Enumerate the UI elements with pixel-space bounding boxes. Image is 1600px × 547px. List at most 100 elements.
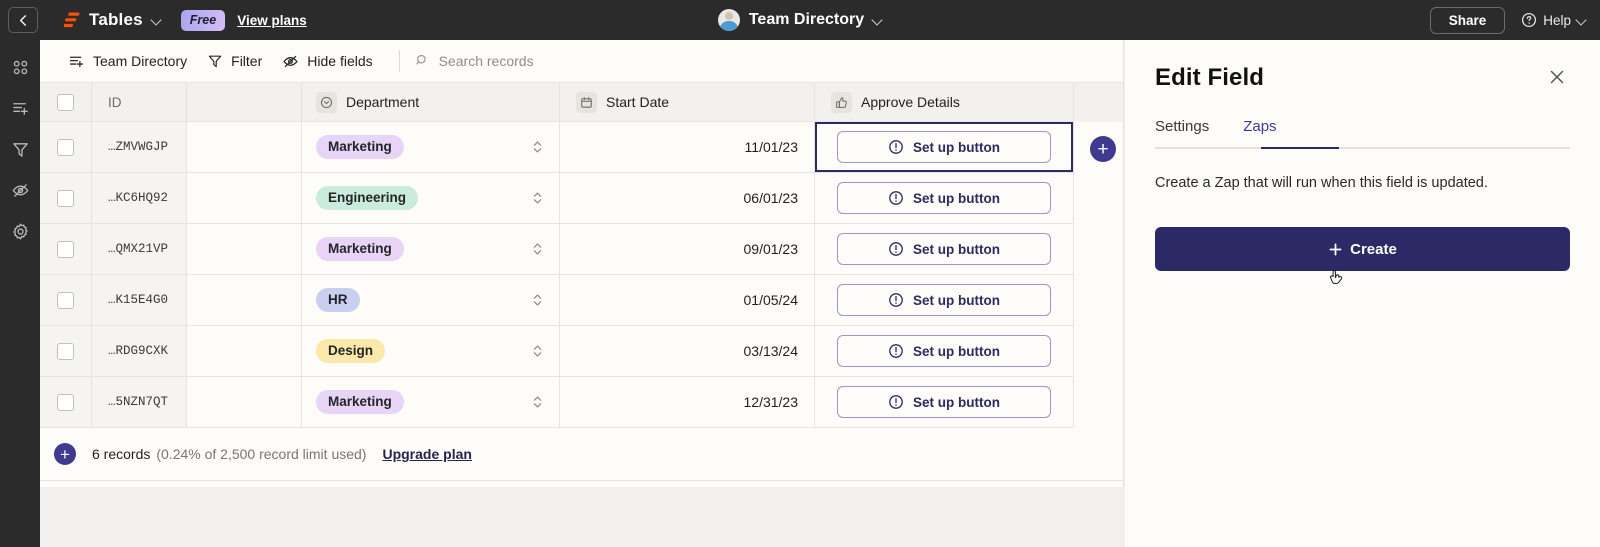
cell-start-date[interactable]: 03/13/24 bbox=[560, 326, 815, 377]
row-select-cell[interactable] bbox=[40, 326, 92, 377]
create-zap-button[interactable]: Create bbox=[1155, 227, 1570, 271]
cell-id[interactable]: …QMX21VP bbox=[92, 224, 187, 275]
apps-grid-icon[interactable] bbox=[9, 56, 31, 78]
cell-start-date[interactable]: 09/01/23 bbox=[560, 224, 815, 275]
set-up-button[interactable]: Set up button bbox=[837, 182, 1051, 214]
cell-id[interactable]: …RDG9CXK bbox=[92, 326, 187, 377]
select-all-cell[interactable] bbox=[40, 83, 92, 122]
column-header-label: Approve Details bbox=[861, 94, 960, 110]
cell-blank[interactable] bbox=[187, 173, 302, 224]
brand[interactable]: Tables bbox=[64, 10, 161, 30]
chevron-up-down-icon[interactable] bbox=[529, 240, 545, 258]
tab-zaps[interactable]: Zaps bbox=[1243, 118, 1276, 149]
question-circle-icon bbox=[1522, 12, 1537, 28]
cell-approve-details[interactable]: Set up button bbox=[815, 326, 1074, 377]
row-checkbox[interactable] bbox=[57, 189, 74, 207]
cell-blank[interactable] bbox=[187, 326, 302, 377]
funnel-icon bbox=[207, 53, 223, 69]
cell-start-date[interactable]: 12/31/23 bbox=[560, 377, 815, 428]
add-record-button[interactable]: + bbox=[54, 443, 76, 465]
panel-description: Create a Zap that will run when this fie… bbox=[1155, 175, 1488, 191]
toolbar-divider bbox=[398, 50, 400, 72]
tab-settings[interactable]: Settings bbox=[1155, 118, 1209, 149]
search-placeholder: Search records bbox=[438, 53, 534, 69]
cell-department[interactable]: Engineering bbox=[302, 173, 560, 224]
department-tag: Marketing bbox=[316, 135, 404, 159]
row-select-cell[interactable] bbox=[40, 275, 92, 326]
filter-icon[interactable] bbox=[9, 138, 31, 160]
view-name: Team Directory bbox=[93, 53, 188, 69]
column-header-approve-details[interactable]: Approve Details bbox=[815, 83, 1074, 122]
chevron-up-down-icon[interactable] bbox=[529, 393, 545, 411]
select-all-checkbox[interactable] bbox=[57, 93, 74, 111]
main-canvas: Team Directory Filter Hide fields Search… bbox=[40, 40, 1600, 547]
start-date-value: 03/13/24 bbox=[743, 343, 799, 359]
help-menu[interactable]: Help bbox=[1521, 12, 1586, 28]
cell-blank[interactable] bbox=[187, 377, 302, 428]
cell-blank[interactable] bbox=[187, 275, 302, 326]
cell-approve-details[interactable]: Set up button bbox=[815, 122, 1074, 173]
row-checkbox[interactable] bbox=[57, 393, 74, 411]
settings-gear-icon[interactable] bbox=[9, 220, 31, 242]
hide-fields-button[interactable]: Hide fields bbox=[272, 48, 382, 75]
hide-fields-icon[interactable] bbox=[9, 179, 31, 201]
cell-id[interactable]: …K15E4G0 bbox=[92, 275, 187, 326]
close-icon[interactable] bbox=[1544, 64, 1570, 90]
cell-id[interactable]: …5NZN7QT bbox=[92, 377, 187, 428]
column-header-department[interactable]: Department bbox=[302, 83, 560, 122]
filter-button[interactable]: Filter bbox=[197, 48, 272, 74]
row-checkbox[interactable] bbox=[57, 138, 74, 156]
set-up-button[interactable]: Set up button bbox=[837, 335, 1051, 367]
set-up-button[interactable]: Set up button bbox=[837, 131, 1051, 163]
cell-approve-details[interactable]: Set up button bbox=[815, 224, 1074, 275]
cell-blank[interactable] bbox=[187, 122, 302, 173]
cell-approve-details[interactable]: Set up button bbox=[815, 275, 1074, 326]
cell-approve-details[interactable]: Set up button bbox=[815, 173, 1074, 224]
row-checkbox[interactable] bbox=[57, 342, 74, 360]
row-select-cell[interactable] bbox=[40, 173, 92, 224]
set-up-button[interactable]: Set up button bbox=[837, 284, 1051, 316]
row-select-cell[interactable] bbox=[40, 122, 92, 173]
row-checkbox[interactable] bbox=[57, 291, 74, 309]
upgrade-plan-link[interactable]: Upgrade plan bbox=[382, 446, 471, 462]
chevron-up-down-icon[interactable] bbox=[529, 342, 545, 360]
column-header-start-date[interactable]: Start Date bbox=[560, 83, 815, 122]
cell-id[interactable]: …ZMVWGJP bbox=[92, 122, 187, 173]
row-select-cell[interactable] bbox=[40, 224, 92, 275]
column-header-id[interactable]: ID bbox=[92, 83, 187, 122]
cell-department[interactable]: Marketing bbox=[302, 224, 560, 275]
set-up-button[interactable]: Set up button bbox=[837, 233, 1051, 265]
chevron-down-icon[interactable] bbox=[152, 16, 161, 25]
cell-id[interactable]: …KC6HQ92 bbox=[92, 173, 187, 224]
cell-start-date[interactable]: 01/05/24 bbox=[560, 275, 815, 326]
column-header-blank[interactable] bbox=[187, 83, 302, 122]
cell-department[interactable]: Marketing bbox=[302, 377, 560, 428]
row-checkbox[interactable] bbox=[57, 240, 74, 258]
view-selector[interactable]: Team Directory bbox=[58, 48, 197, 75]
cell-department[interactable]: Design bbox=[302, 326, 560, 377]
avatar bbox=[717, 9, 740, 31]
add-view-icon[interactable] bbox=[9, 97, 31, 119]
chevron-up-down-icon[interactable] bbox=[529, 291, 545, 309]
add-field-button[interactable]: + bbox=[1090, 136, 1116, 162]
cell-start-date[interactable]: 11/01/23 bbox=[560, 122, 815, 173]
table-sheet: Team Directory Filter Hide fields Search… bbox=[40, 40, 1124, 487]
chevron-up-down-icon[interactable] bbox=[529, 189, 545, 207]
back-button[interactable] bbox=[8, 7, 38, 33]
panel-tabs: Settings Zaps bbox=[1155, 118, 1570, 149]
cell-start-date[interactable]: 06/01/23 bbox=[560, 173, 815, 224]
cell-approve-details[interactable]: Set up button bbox=[815, 377, 1074, 428]
share-button[interactable]: Share bbox=[1429, 6, 1506, 34]
chevron-up-down-icon[interactable] bbox=[529, 138, 545, 156]
cell-blank[interactable] bbox=[187, 224, 302, 275]
cell-department[interactable]: Marketing bbox=[302, 122, 560, 173]
cell-department[interactable]: HR bbox=[302, 275, 560, 326]
hide-fields-label: Hide fields bbox=[307, 53, 373, 69]
chevron-down-icon[interactable] bbox=[873, 16, 882, 25]
set-up-button[interactable]: Set up button bbox=[837, 386, 1051, 418]
top-bar-actions: Share Help bbox=[1429, 6, 1600, 34]
column-header-label: Department bbox=[346, 94, 420, 110]
row-select-cell[interactable] bbox=[40, 377, 92, 428]
search-input[interactable]: Search records bbox=[414, 52, 534, 71]
view-plans-link[interactable]: View plans bbox=[237, 13, 307, 28]
